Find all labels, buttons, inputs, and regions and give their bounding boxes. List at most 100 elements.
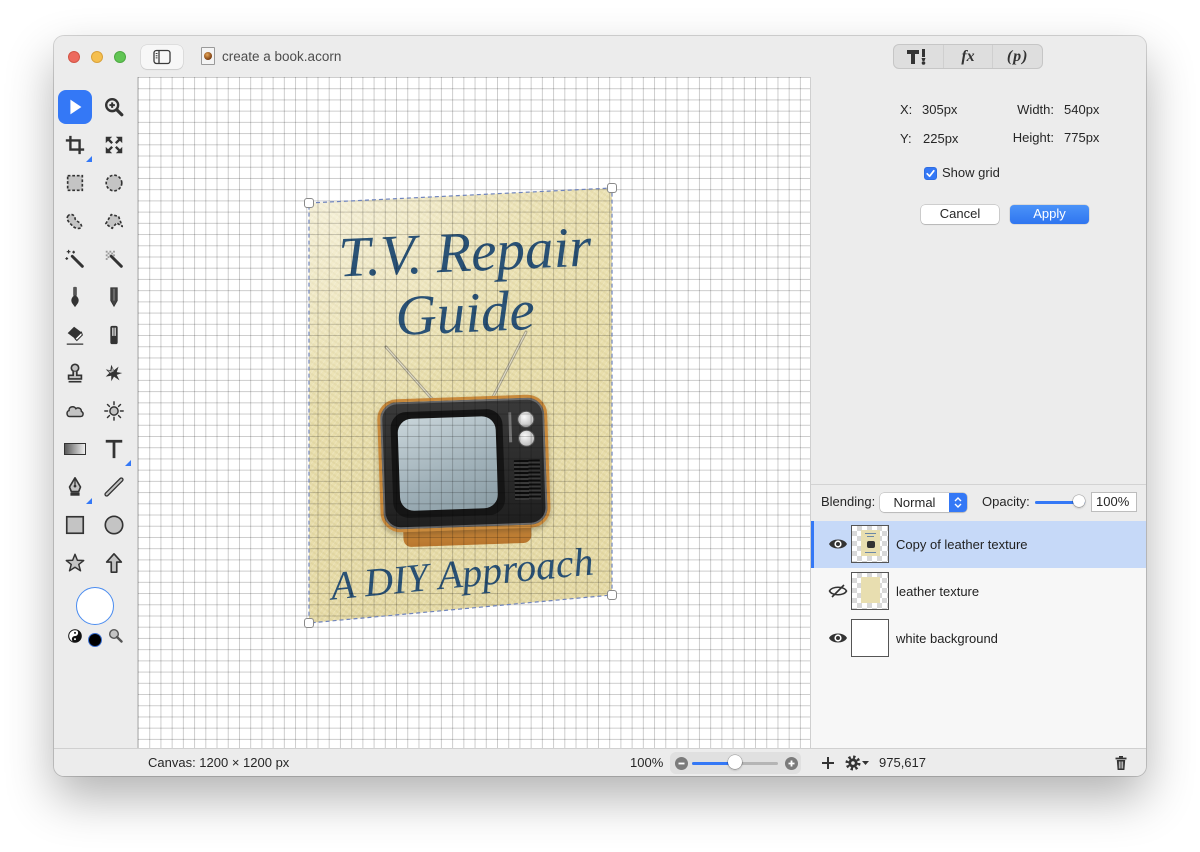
segment-filters[interactable]: fx [944, 45, 994, 68]
layer-thumbnail [851, 619, 889, 657]
layer-thumbnail [851, 525, 889, 563]
up-down-chevron-icon [954, 497, 962, 508]
tool-pencil[interactable] [97, 280, 131, 314]
tool-select-color[interactable] [97, 242, 131, 276]
show-grid-checkbox[interactable] [924, 167, 937, 180]
blending-mode-select[interactable]: Normal [880, 493, 967, 512]
gear-icon[interactable] [845, 755, 861, 771]
window-title: create a book.acorn [222, 49, 342, 64]
tool-star[interactable] [58, 546, 92, 580]
apply-button[interactable]: Apply [1010, 205, 1089, 224]
eraser-icon [66, 326, 84, 345]
minimize-window-button[interactable] [91, 51, 103, 63]
background-color-well[interactable] [88, 633, 102, 647]
title-bar: create a book.acorn fx (p) [54, 36, 1146, 77]
tool-fill[interactable] [97, 318, 131, 352]
star-icon [65, 553, 85, 572]
zoom-window-button[interactable] [114, 51, 126, 63]
zoom-slider[interactable] [692, 755, 778, 770]
tool-magic-wand[interactable] [58, 242, 92, 276]
visibility-toggle[interactable] [828, 537, 848, 551]
opacity-field[interactable]: 100% [1091, 492, 1137, 512]
width-value: 540px [1064, 102, 1100, 117]
arrow-up-icon [105, 553, 123, 573]
opacity-slider-knob[interactable] [1073, 495, 1085, 507]
transform-handle-top-left[interactable] [304, 198, 314, 208]
foreground-color-well[interactable] [76, 587, 114, 625]
cloud-icon [66, 406, 84, 418]
visibility-toggle[interactable] [828, 584, 848, 598]
layer-name: leather texture [896, 584, 980, 599]
tool-gradient[interactable] [58, 432, 92, 466]
toggle-sidebar-button[interactable] [141, 45, 183, 69]
panel-divider [811, 484, 1146, 485]
tool-bezier[interactable] [58, 470, 92, 504]
tool-oval[interactable] [97, 508, 131, 542]
thumbnail-text [865, 552, 876, 553]
minus-icon [678, 762, 684, 764]
zoom-slider-knob[interactable] [728, 755, 742, 769]
tool-transform[interactable] [97, 128, 131, 162]
tool-brush[interactable] [58, 280, 92, 314]
trash-icon[interactable] [1114, 755, 1128, 771]
zoom-out-button[interactable] [674, 756, 688, 770]
tool-ellipse-select[interactable] [97, 166, 131, 200]
tool-arrow-shape[interactable] [97, 546, 131, 580]
tool-zoom[interactable] [97, 90, 131, 124]
lasso-icon [66, 213, 83, 230]
tool-dodge[interactable] [97, 394, 131, 428]
text-icon [105, 439, 123, 459]
sidebar-icon [153, 49, 171, 65]
segment-tools-palette[interactable] [894, 45, 944, 68]
zoom-level: 100% [630, 755, 664, 770]
acorn-logo [204, 52, 212, 60]
add-layer-icon[interactable] [821, 756, 835, 770]
tool-crop[interactable] [58, 128, 92, 162]
brush-icon [71, 286, 79, 308]
tool-move[interactable] [58, 90, 92, 124]
tool-rectangle[interactable] [58, 508, 92, 542]
layer-row[interactable]: white background [811, 615, 1146, 662]
popup-stepper [949, 493, 967, 512]
tool-clone[interactable] [58, 356, 92, 390]
app-window: create a book.acorn fx (p) T.V. Repair G… [54, 36, 1146, 776]
transform-handle-bottom-right[interactable] [607, 590, 617, 600]
layer-row[interactable]: Copy of leather texture [811, 521, 1146, 568]
hammer-screwdriver-icon [907, 48, 926, 65]
selection-dashed-border [308, 187, 613, 624]
palette-segmented-control: fx (p) [893, 44, 1043, 69]
arrow-icon [70, 99, 82, 115]
width-label: Width: [1017, 102, 1054, 117]
show-grid-label[interactable]: Show grid [942, 165, 1000, 181]
zoom-in-button[interactable] [784, 756, 798, 770]
tool-polygon-lasso[interactable] [97, 204, 131, 238]
layers-list: Copy of leather texture leather texture [811, 521, 1146, 748]
tool-burn[interactable] [58, 394, 92, 428]
blending-mode-value: Normal [893, 495, 936, 510]
pencil-icon [110, 287, 118, 308]
clone-stamp-icon [67, 363, 83, 383]
eye-icon [829, 633, 847, 643]
visibility-toggle[interactable] [828, 631, 848, 645]
close-window-button[interactable] [68, 51, 80, 63]
opacity-slider[interactable] [1035, 495, 1085, 509]
selection-indicator [811, 521, 814, 568]
layer-row[interactable]: leather texture [811, 568, 1146, 615]
thumbnail-cover [861, 577, 880, 603]
transform-handle-top-right[interactable] [607, 183, 617, 193]
tool-smudge[interactable] [97, 356, 131, 390]
transform-handle-bottom-left[interactable] [304, 618, 314, 628]
tool-lasso[interactable] [58, 204, 92, 238]
tool-text[interactable] [97, 432, 131, 466]
image-canvas[interactable]: T.V. Repair Guide A DIY Approach [137, 77, 810, 748]
tool-rect-select[interactable] [58, 166, 92, 200]
swap-colors-icon[interactable] [68, 629, 82, 643]
color-picker-magnifier-icon[interactable] [108, 628, 123, 643]
polygon-lasso-icon [104, 213, 124, 230]
chevron-down-icon[interactable] [862, 761, 869, 765]
tool-eraser[interactable] [58, 318, 92, 352]
segment-properties[interactable]: (p) [993, 45, 1042, 68]
cancel-button[interactable]: Cancel [921, 205, 999, 224]
x-label: X: [900, 102, 913, 117]
tool-line[interactable] [97, 470, 131, 504]
